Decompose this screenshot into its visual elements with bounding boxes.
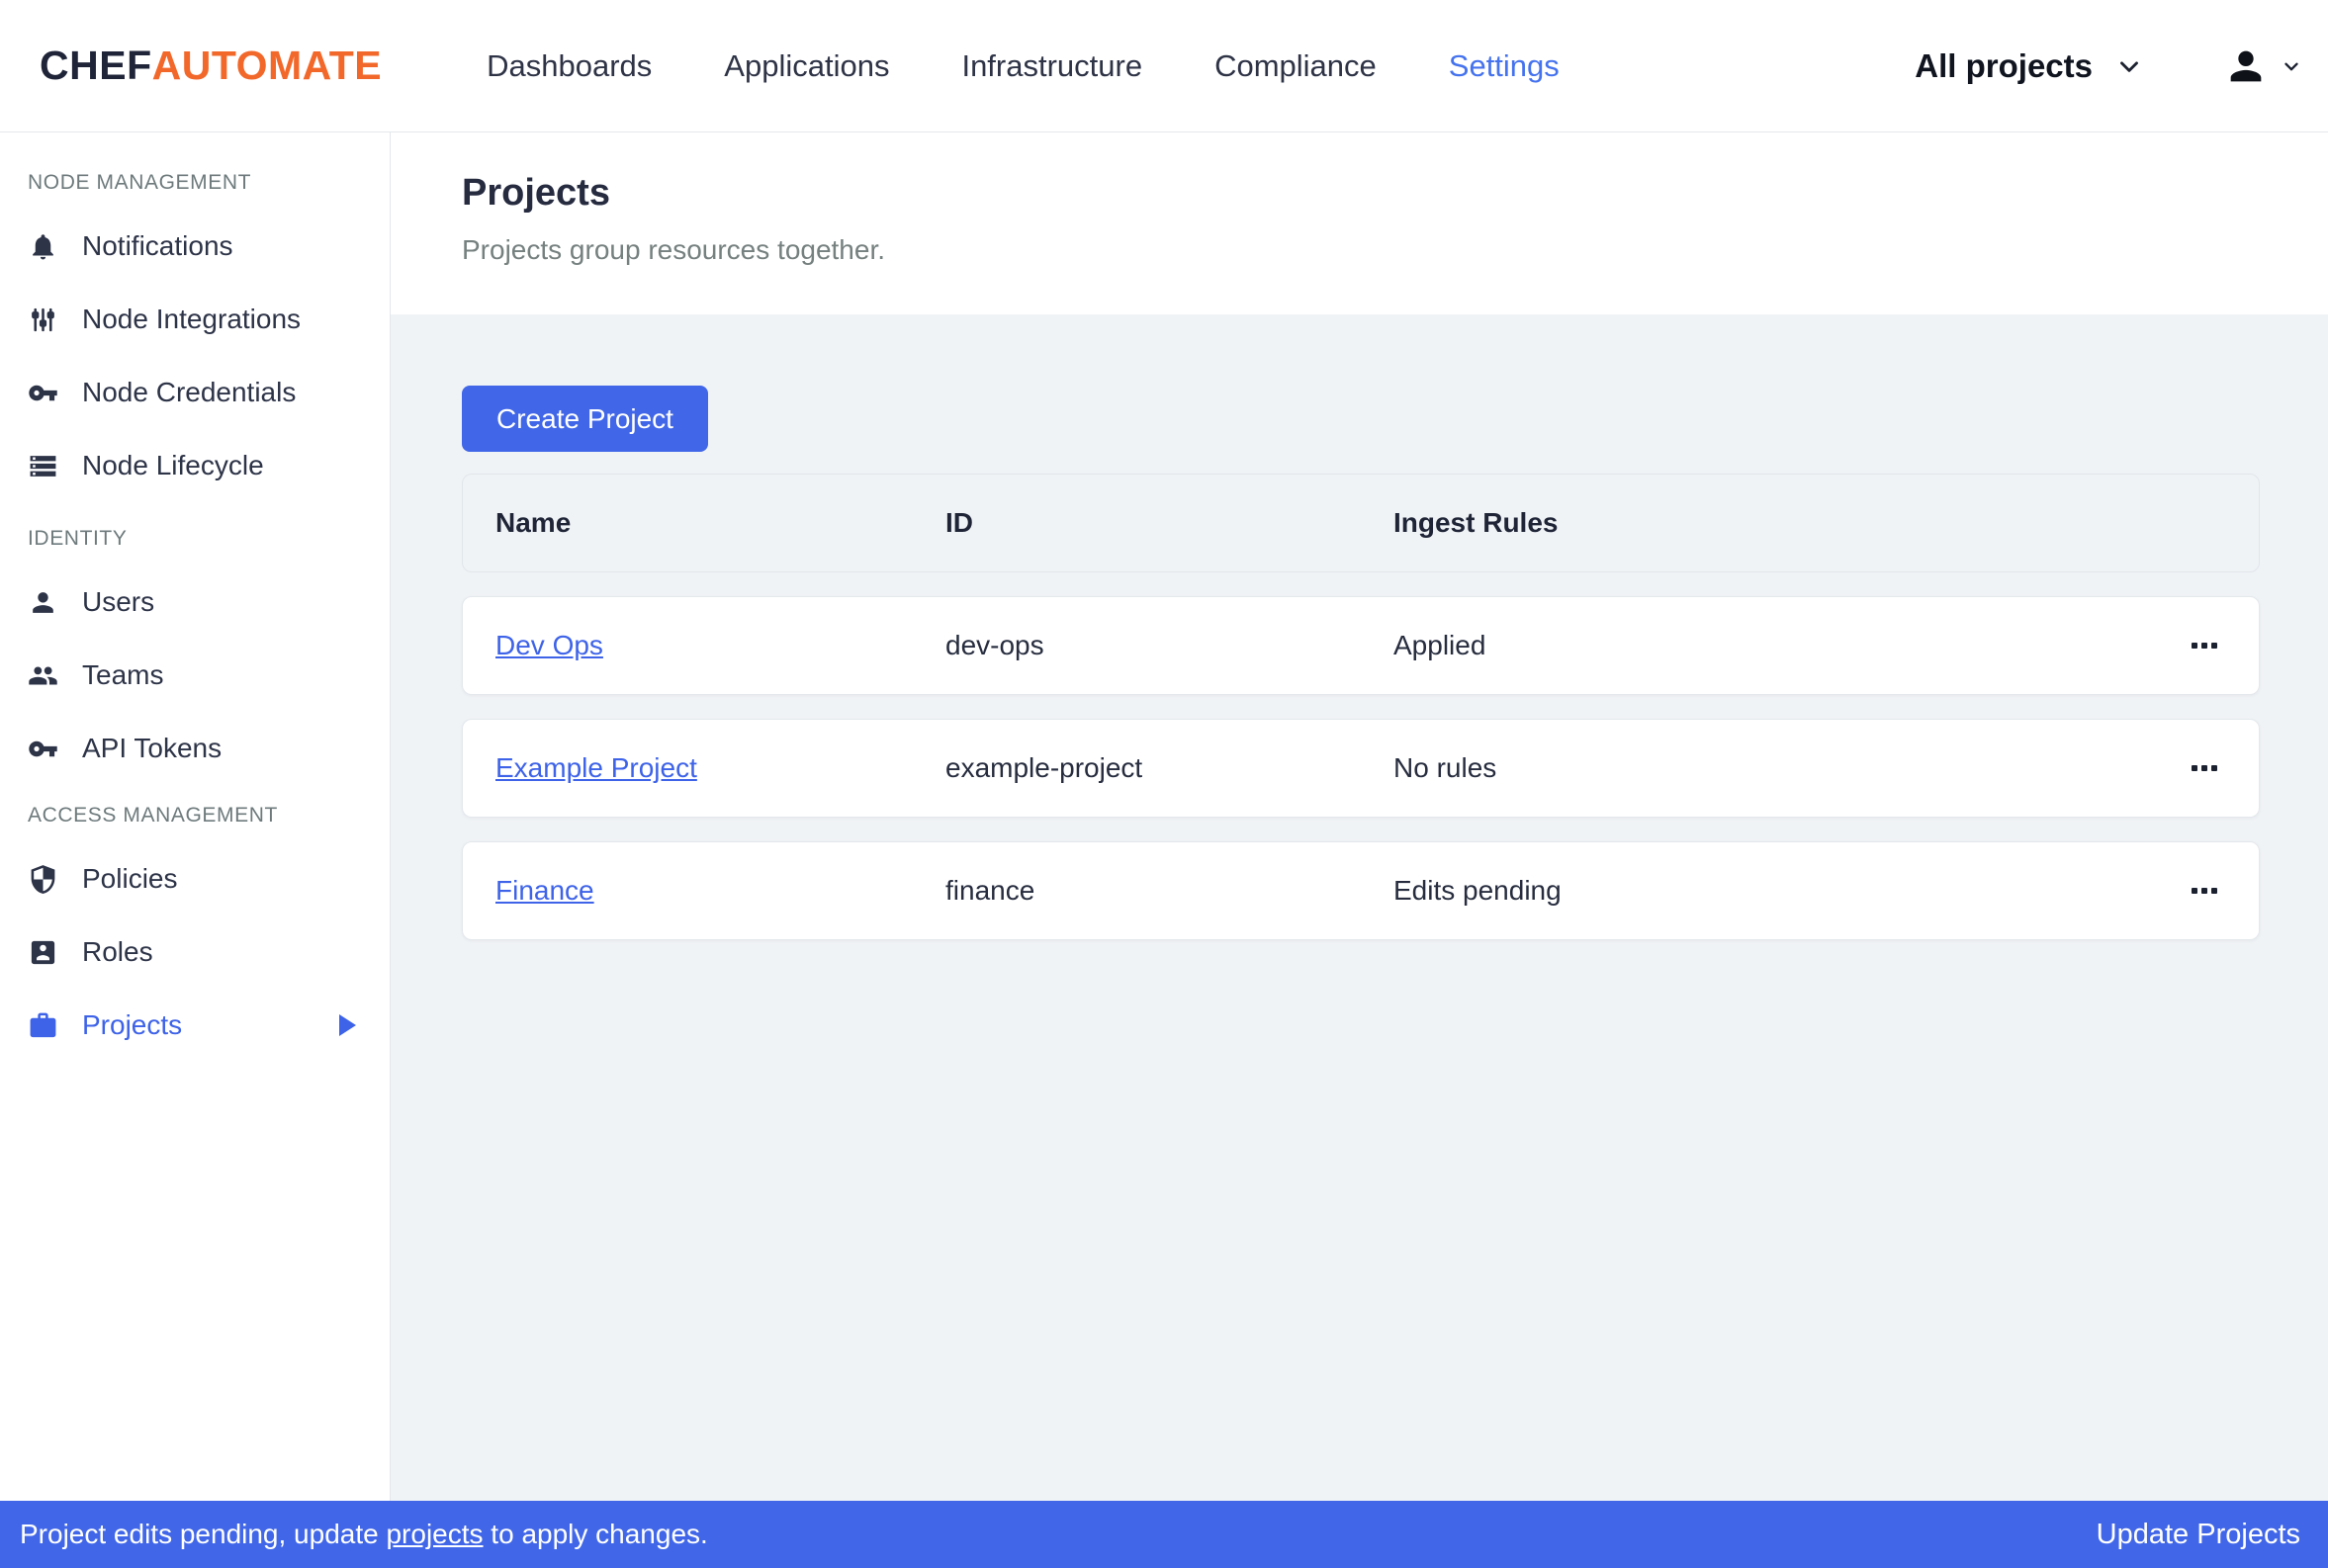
sidebar-item-api-tokens[interactable]: API Tokens (0, 712, 390, 785)
sidebar-section-access-management: ACCESS MANAGEMENT (28, 803, 390, 828)
table-row: Example Project example-project No rules (462, 719, 2260, 818)
logo-automate: AUTOMATE (152, 43, 383, 88)
banner-message: Project edits pending, update projects t… (20, 1519, 708, 1550)
main-nav: Dashboards Applications Infrastructure C… (487, 48, 1560, 84)
sidebar-item-label: Node Credentials (82, 377, 296, 408)
sidebar-item-label: API Tokens (82, 733, 222, 764)
nav-dashboards[interactable]: Dashboards (487, 48, 652, 84)
navbar-right: All projects (1915, 44, 2302, 89)
chevron-down-icon (2281, 55, 2302, 77)
column-header-ingest-rules: Ingest Rules (1393, 507, 2259, 539)
sidebar-item-users[interactable]: Users (0, 566, 390, 639)
sidebar-item-label: Node Integrations (82, 304, 301, 335)
sidebar-item-label: Notifications (82, 230, 233, 262)
key-icon (28, 378, 58, 408)
row-menu-button[interactable] (2180, 631, 2229, 660)
sidebar-item-node-integrations[interactable]: Node Integrations (0, 283, 390, 356)
sidebar-item-label: Roles (82, 936, 153, 968)
app-shell: NODE MANAGEMENT Notifications Node Integ… (0, 132, 2328, 1501)
project-id: dev-ops (945, 630, 1393, 661)
sidebar-item-label: Node Lifecycle (82, 450, 264, 481)
sidebar-item-teams[interactable]: Teams (0, 639, 390, 712)
nav-settings[interactable]: Settings (1449, 48, 1560, 84)
ingest-rules-status: Edits pending (1393, 875, 2180, 907)
row-menu-button[interactable] (2180, 876, 2229, 906)
ellipsis-icon (2192, 643, 2197, 649)
project-link-finance[interactable]: Finance (495, 875, 594, 906)
banner-projects-link[interactable]: projects (386, 1519, 483, 1549)
sidebar-item-label: Users (82, 586, 154, 618)
server-icon (28, 451, 58, 481)
table-row: Finance finance Edits pending (462, 841, 2260, 940)
nav-infrastructure[interactable]: Infrastructure (961, 48, 1142, 84)
settings-sidebar: NODE MANAGEMENT Notifications Node Integ… (0, 132, 391, 1501)
projects-table-header: Name ID Ingest Rules (462, 474, 2260, 572)
update-projects-button[interactable]: Update Projects (2097, 1519, 2300, 1551)
ellipsis-icon (2192, 765, 2197, 771)
project-link-example-project[interactable]: Example Project (495, 752, 697, 783)
sidebar-item-projects[interactable]: Projects (0, 989, 390, 1062)
users-icon (28, 660, 58, 691)
sidebar-item-roles[interactable]: Roles (0, 915, 390, 989)
nav-applications[interactable]: Applications (724, 48, 889, 84)
project-id: example-project (945, 752, 1393, 784)
nav-compliance[interactable]: Compliance (1214, 48, 1377, 84)
person-icon (2223, 44, 2269, 89)
ellipsis-icon (2192, 888, 2197, 894)
expand-arrow-icon[interactable] (339, 1014, 356, 1036)
user-menu[interactable] (2223, 44, 2302, 89)
sidebar-item-label: Teams (82, 659, 163, 691)
page-title: Projects (462, 172, 2328, 215)
key-icon (28, 734, 58, 764)
column-header-id: ID (945, 507, 1393, 539)
projects-panel: Create Project Name ID Ingest Rules Dev … (391, 314, 2328, 940)
sidebar-item-notifications[interactable]: Notifications (0, 210, 390, 283)
sidebar-section-node-management: NODE MANAGEMENT (28, 170, 390, 196)
bell-icon (28, 231, 58, 262)
sidebar-item-policies[interactable]: Policies (0, 842, 390, 915)
projects-filter-label: All projects (1915, 47, 2093, 85)
row-menu-button[interactable] (2180, 753, 2229, 783)
top-navbar: CHEFAUTOMATE Dashboards Applications Inf… (0, 0, 2328, 132)
sidebar-item-node-lifecycle[interactable]: Node Lifecycle (0, 429, 390, 502)
user-icon (28, 587, 58, 618)
main-content: Projects Projects group resources togeth… (391, 132, 2328, 1501)
pending-edits-banner: Project edits pending, update projects t… (0, 1501, 2328, 1568)
project-link-dev-ops[interactable]: Dev Ops (495, 630, 603, 660)
sidebar-section-identity: IDENTITY (28, 526, 390, 552)
sidebar-item-label: Projects (82, 1009, 182, 1041)
briefcase-icon (28, 1010, 58, 1041)
chef-automate-logo[interactable]: CHEFAUTOMATE (40, 43, 382, 89)
projects-filter-dropdown[interactable]: All projects (1915, 47, 2144, 85)
page-header: Projects Projects group resources togeth… (391, 132, 2328, 314)
column-header-name: Name (495, 507, 945, 539)
banner-message-prefix: Project edits pending, update (20, 1519, 386, 1549)
create-project-button[interactable]: Create Project (462, 386, 708, 452)
project-id: finance (945, 875, 1393, 907)
ingest-rules-status: Applied (1393, 630, 2180, 661)
chevron-down-icon (2114, 51, 2144, 81)
logo-chef: CHEF (40, 43, 152, 88)
ingest-rules-status: No rules (1393, 752, 2180, 784)
banner-message-suffix: to apply changes. (484, 1519, 708, 1549)
badge-icon (28, 937, 58, 968)
sidebar-item-node-credentials[interactable]: Node Credentials (0, 356, 390, 429)
sliders-icon (28, 305, 58, 335)
table-row: Dev Ops dev-ops Applied (462, 596, 2260, 695)
page-subtitle: Projects group resources together. (462, 234, 2328, 266)
shield-icon (28, 864, 58, 895)
sidebar-item-label: Policies (82, 863, 177, 895)
